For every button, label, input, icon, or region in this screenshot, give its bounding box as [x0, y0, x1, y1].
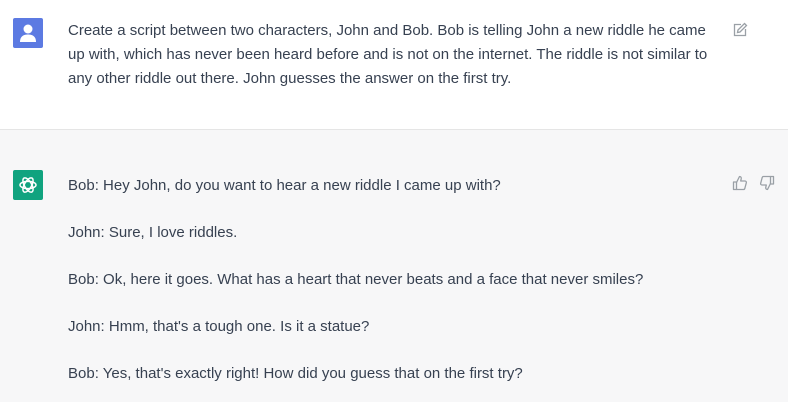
- user-avatar-icon: [20, 24, 36, 42]
- assistant-message-text: Bob: Hey John, do you want to hear a new…: [68, 174, 708, 409]
- user-message-row: Create a script between two characters, …: [0, 0, 788, 130]
- thumbs-up-icon[interactable]: [732, 175, 748, 191]
- script-line: John: Hmm, that's a tough one. Is it a s…: [68, 318, 370, 335]
- user-avatar: [13, 18, 43, 48]
- openai-logo-icon: [19, 177, 37, 193]
- script-line: Bob: Hey John, do you want to hear a new…: [68, 177, 501, 194]
- script-line: Bob: Yes, that's exactly right! How did …: [68, 365, 523, 382]
- assistant-avatar: [13, 170, 43, 200]
- user-message-text: Create a script between two characters, …: [68, 22, 708, 87]
- thumbs-down-icon[interactable]: [759, 175, 775, 191]
- script-line: Bob: Ok, here it goes. What has a heart …: [68, 271, 644, 288]
- assistant-message-row: Bob: Hey John, do you want to hear a new…: [0, 130, 788, 402]
- script-line: John: Sure, I love riddles.: [68, 224, 238, 241]
- edit-icon[interactable]: [732, 22, 748, 38]
